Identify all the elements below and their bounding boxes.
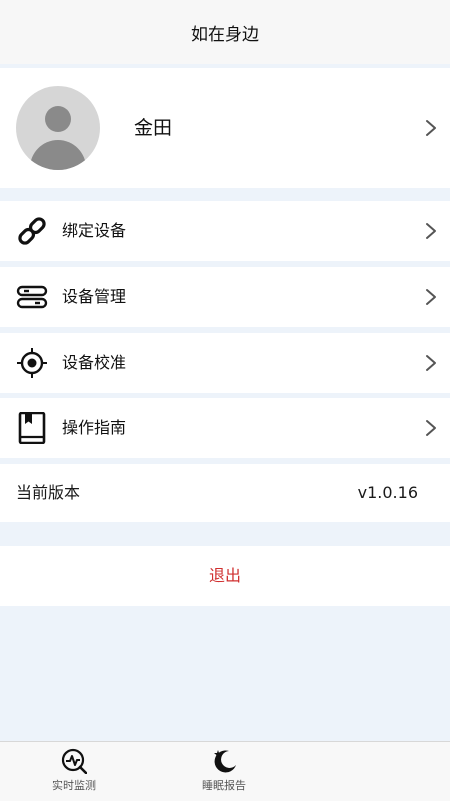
device-list-icon bbox=[16, 285, 48, 309]
avatar[interactable] bbox=[16, 86, 100, 170]
menu-item-device-calibration[interactable]: 设备校准 bbox=[0, 333, 450, 393]
target-icon bbox=[17, 348, 47, 378]
version-label: 当前版本 bbox=[16, 483, 81, 502]
logout-button[interactable]: 退出 bbox=[0, 546, 450, 606]
menu-item-device-management[interactable]: 设备管理 bbox=[0, 267, 450, 327]
tab-label: 实时监测 bbox=[52, 779, 96, 792]
version-value: v1.0.16 bbox=[357, 483, 418, 502]
user-name: 金田 bbox=[134, 117, 173, 139]
logout-label: 退出 bbox=[208, 566, 241, 585]
menu-item-bind-device[interactable]: 绑定设备 bbox=[0, 201, 450, 261]
menu-item-label: 设备管理 bbox=[62, 287, 127, 306]
tab-label: 睡眠报告 bbox=[202, 779, 246, 792]
chevron-right-icon bbox=[426, 120, 436, 136]
tab-bar: 实时监测 睡眠报告 bbox=[0, 741, 450, 801]
chevron-right-icon bbox=[426, 289, 436, 305]
menu-item-label: 操作指南 bbox=[62, 418, 127, 437]
monitor-icon bbox=[61, 748, 87, 774]
chevron-right-icon bbox=[426, 223, 436, 239]
link-icon bbox=[18, 217, 46, 245]
tab-sleep-report[interactable]: 睡眠报告 bbox=[164, 742, 284, 801]
moon-icon bbox=[214, 750, 236, 773]
top-bar: 如在身边 bbox=[0, 0, 450, 64]
tab-third[interactable] bbox=[314, 742, 434, 801]
tab-realtime-monitor[interactable]: 实时监测 bbox=[14, 742, 134, 801]
book-icon bbox=[18, 412, 46, 444]
menu-item-operation-guide[interactable]: 操作指南 bbox=[0, 398, 450, 458]
profile-card[interactable]: 金田 bbox=[0, 68, 450, 188]
chevron-right-icon bbox=[426, 355, 436, 371]
menu-item-label: 绑定设备 bbox=[62, 221, 127, 240]
page-title: 如在身边 bbox=[191, 24, 259, 45]
chevron-right-icon bbox=[426, 420, 436, 436]
version-row: 当前版本 v1.0.16 bbox=[0, 464, 450, 522]
menu-item-label: 设备校准 bbox=[62, 353, 127, 372]
